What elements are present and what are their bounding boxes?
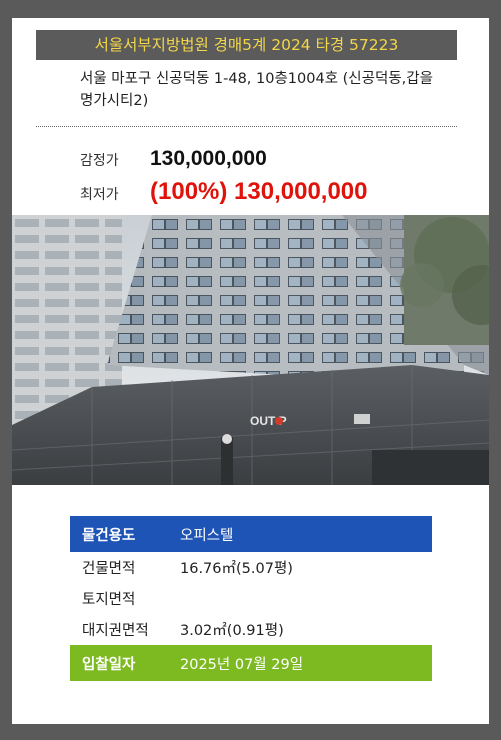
property-address: 서울 마포구 신공덕동 1-48, 10층1004호 (신공덕동,갑을명가시티2… [80, 71, 433, 109]
appraisal-label: 감정가 [80, 153, 119, 169]
bid-date-row: 입찰일자 2025년 07월 29일 [70, 645, 432, 681]
land-right-area-value: 3.02㎡(0.91평) [180, 623, 284, 639]
usage-label: 물건용도 [82, 527, 136, 544]
land-right-area-row: 대지권면적 3.02㎡(0.91평) [70, 614, 432, 645]
property-details: 물건용도 오피스텔 건물면적 16.76㎡(5.07평) 토지면적 대지권면적 … [70, 516, 432, 681]
land-area-row: 토지면적 [70, 583, 432, 614]
usage-value: 오피스텔 [180, 527, 234, 544]
building-area-label: 건물면적 [82, 561, 136, 577]
building-area-value: 16.76㎡(5.07평) [180, 561, 293, 577]
building-photo: OUT P [12, 215, 489, 485]
minimum-value: (100%) 130,000,000 [150, 178, 368, 205]
appraisal-price-row: 감정가 130,000,000 [80, 147, 267, 171]
building-area-row: 건물면적 16.76㎡(5.07평) [70, 552, 432, 583]
case-title: 서울서부지방법원 경매5계 2024 타경 57223 [36, 30, 457, 60]
minimum-label: 최저가 [80, 187, 119, 203]
minimum-price-row: 최저가 (100%) 130,000,000 [80, 178, 368, 206]
appraisal-value: 130,000,000 [150, 147, 267, 170]
land-area-label: 토지면적 [82, 592, 136, 608]
usage-row: 물건용도 오피스텔 [70, 516, 432, 552]
auction-card: 서울서부지방법원 경매5계 2024 타경 57223 서울 마포구 신공덕동 … [12, 18, 489, 724]
bid-date-value: 2025년 07월 29일 [180, 656, 304, 673]
dotted-divider [36, 126, 457, 127]
bid-date-label: 입찰일자 [82, 656, 136, 673]
land-right-area-label: 대지권면적 [82, 623, 149, 639]
